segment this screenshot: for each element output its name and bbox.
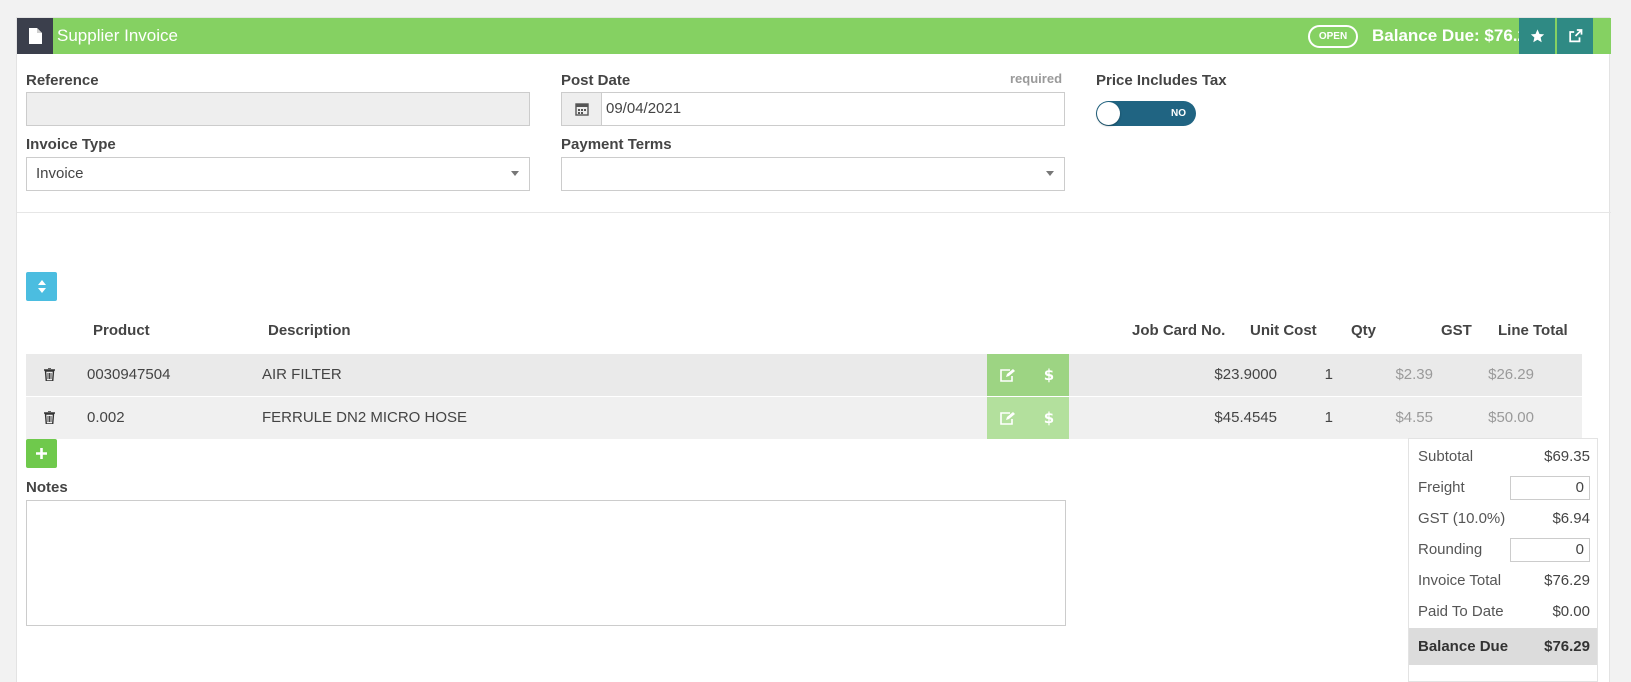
row-description: AIR FILTER	[262, 366, 342, 383]
supplier-invoice-panel: Supplier Invoice OPEN Balance Due: $76.2…	[16, 17, 1611, 682]
sort-icon	[37, 280, 46, 293]
post-date-value: 09/04/2021	[606, 100, 682, 117]
totals-balance-due: Balance Due $76.29	[1409, 628, 1597, 665]
totals-paid: Paid To Date $0.00	[1409, 596, 1597, 627]
price-includes-tax-label: Price Includes Tax	[1096, 72, 1227, 89]
rounding-input[interactable]: 0	[1510, 538, 1590, 562]
star-icon	[1530, 29, 1544, 43]
chevron-down-icon	[1046, 171, 1054, 176]
chevron-down-icon	[511, 171, 519, 176]
price-line-button[interactable]: $	[1028, 397, 1069, 439]
svg-text:$: $	[1044, 410, 1054, 426]
edit-line-button[interactable]	[987, 354, 1028, 396]
gst-label: GST (10.0%)	[1418, 510, 1506, 527]
balance-due-value: $76.29	[1544, 638, 1590, 655]
edit-line-button[interactable]	[987, 397, 1028, 439]
row-unit-cost: $45.4545	[1214, 409, 1277, 426]
reorder-lines-button[interactable]	[26, 272, 57, 301]
reference-input[interactable]	[26, 92, 530, 126]
reference-label: Reference	[26, 72, 99, 89]
col-header-description: Description	[268, 322, 351, 339]
freight-label: Freight	[1418, 479, 1465, 496]
row-gst: $4.55	[1395, 409, 1433, 426]
dollar-icon: $	[1044, 367, 1054, 383]
edit-icon	[1000, 368, 1015, 382]
payment-terms-select[interactable]	[561, 157, 1065, 191]
row-line-total: $26.29	[1488, 366, 1534, 383]
page-title: Supplier Invoice	[57, 26, 178, 45]
notes-textarea[interactable]	[26, 500, 1066, 626]
totals-freight: Freight 0	[1409, 472, 1597, 503]
col-header-qty: Qty	[1351, 322, 1377, 339]
row-product: 0.002	[87, 409, 125, 426]
notes-label: Notes	[26, 479, 68, 496]
price-line-button[interactable]: $	[1028, 354, 1069, 396]
post-date-label: Post Date	[561, 72, 631, 89]
trash-icon[interactable]	[44, 367, 55, 385]
totals-subtotal: Subtotal $69.35	[1409, 441, 1597, 472]
row-qty: 1	[1324, 366, 1333, 383]
trash-icon[interactable]	[44, 410, 55, 428]
invoice-total-label: Invoice Total	[1418, 572, 1502, 589]
col-header-unit-cost: Unit Cost	[1250, 322, 1317, 339]
post-date-required: required	[1010, 71, 1063, 86]
col-header-gst: GST	[1441, 322, 1472, 339]
plus-icon	[36, 448, 47, 459]
dollar-icon: $	[1044, 410, 1054, 426]
gst-value: $6.94	[1552, 510, 1590, 527]
totals-rounding: Rounding 0	[1409, 534, 1597, 565]
paid-to-date-label: Paid To Date	[1418, 603, 1504, 620]
invoice-type-label: Invoice Type	[26, 136, 116, 153]
status-badge: OPEN	[1308, 25, 1358, 48]
row-product: 0030947504	[87, 366, 171, 383]
document-icon	[17, 18, 53, 54]
row-gst: $2.39	[1395, 366, 1433, 383]
svg-text:$: $	[1044, 367, 1054, 383]
totals-panel: Subtotal $69.35 Freight 0 GST (10.0%) $6…	[1408, 438, 1598, 682]
subtotal-label: Subtotal	[1418, 448, 1474, 465]
payment-terms-label: Payment Terms	[561, 136, 672, 153]
invoice-type-select[interactable]: Invoice	[26, 157, 530, 191]
freight-input[interactable]: 0	[1510, 476, 1590, 500]
row-description: FERRULE DN2 MICRO HOSE	[262, 409, 468, 426]
add-line-button[interactable]	[26, 439, 57, 468]
invoice-type-value: Invoice	[36, 165, 84, 182]
invoice-total-value: $76.29	[1544, 572, 1590, 589]
open-external-button[interactable]	[1557, 18, 1593, 54]
subtotal-value: $69.35	[1544, 448, 1590, 465]
invoice-header: Supplier Invoice OPEN Balance Due: $76.2…	[17, 18, 1611, 54]
totals-invoice-total: Invoice Total $76.29	[1409, 565, 1597, 596]
toggle-knob	[1097, 102, 1120, 125]
post-date-input[interactable]: 09/04/2021	[561, 92, 1065, 126]
rounding-label: Rounding	[1418, 541, 1483, 558]
header-balance-due: Balance Due: $76.29	[1372, 26, 1537, 45]
balance-due-label: Balance Due	[1418, 638, 1509, 655]
table-row: 0030947504 AIR FILTER $ $23.9000 1 $2.39…	[26, 354, 1582, 396]
row-qty: 1	[1324, 409, 1333, 426]
row-unit-cost: $23.9000	[1214, 366, 1277, 383]
col-header-line-total: Line Total	[1498, 322, 1568, 339]
external-link-icon	[1568, 29, 1582, 43]
favourite-button[interactable]	[1519, 18, 1555, 54]
edit-icon	[1000, 411, 1015, 425]
toggle-state: NO	[1171, 108, 1186, 119]
table-row: 0.002 FERRULE DN2 MICRO HOSE $ $45.4545 …	[26, 397, 1582, 439]
col-header-job-card: Job Card No.	[1132, 322, 1226, 339]
row-line-total: $50.00	[1488, 409, 1534, 426]
section-divider	[17, 212, 1611, 213]
paid-to-date-value: $0.00	[1552, 603, 1590, 620]
price-includes-tax-toggle[interactable]: NO	[1096, 101, 1196, 126]
calendar-icon[interactable]	[562, 93, 602, 125]
col-header-product: Product	[93, 322, 150, 339]
totals-gst: GST (10.0%) $6.94	[1409, 503, 1597, 534]
